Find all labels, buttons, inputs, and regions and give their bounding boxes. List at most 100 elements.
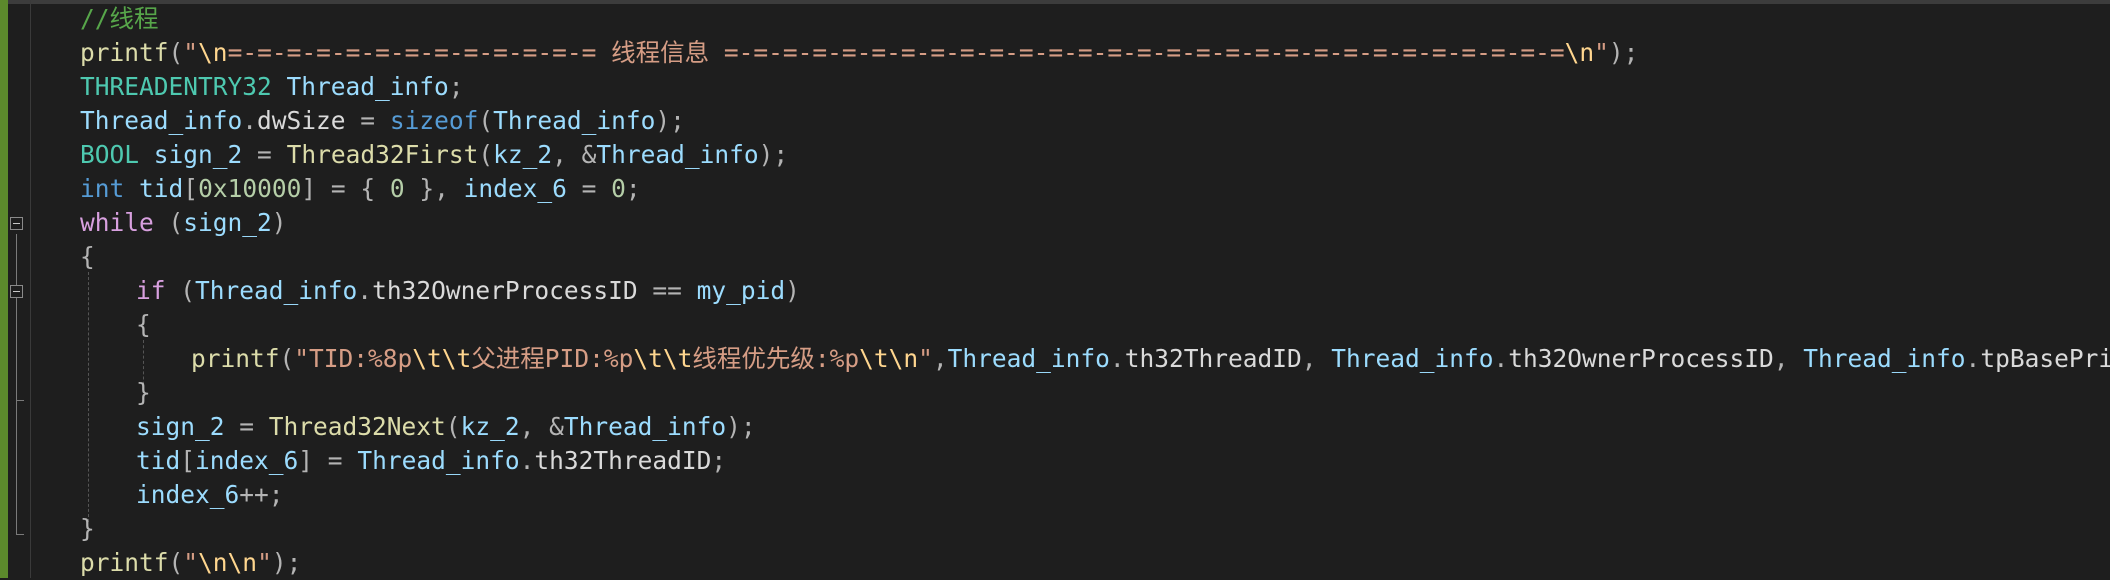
code-token: ) — [271, 208, 287, 237]
code-token: kz_2 — [460, 412, 520, 441]
code-token: tid — [139, 174, 184, 203]
code-token: " — [183, 548, 199, 577]
code-line[interactable]: { — [0, 308, 2110, 342]
code-line[interactable]: index_6++; — [0, 478, 2110, 512]
code-token: ( — [478, 106, 494, 135]
code-token: "TID:%8p — [294, 344, 413, 373]
code-token: Thread_info — [947, 344, 1110, 373]
code-token: index_6 — [195, 446, 299, 475]
code-token: ); — [758, 140, 789, 169]
code-token: th32ThreadID — [1124, 344, 1302, 373]
code-token: ; — [625, 174, 641, 203]
code-token: ( — [445, 412, 461, 441]
code-token: == — [637, 276, 697, 305]
code-token: sign_2 — [183, 208, 272, 237]
code-token: . — [357, 276, 373, 305]
code-line-text: if (Thread_info.th32OwnerProcessID == my… — [136, 276, 800, 306]
code-token: . — [1109, 344, 1125, 373]
code-token: Thread_info — [1803, 344, 1966, 373]
code-token: [ — [180, 446, 196, 475]
code-line-text: } — [136, 378, 151, 408]
code-token: =-=-=-=-=-=-=-=-=-=-=-=-= 线程信息 =-=-=-=-=… — [227, 38, 1565, 67]
code-token: ( — [478, 140, 494, 169]
code-token: ); — [271, 548, 302, 577]
code-line-text: { — [136, 310, 151, 340]
code-token: ); — [655, 106, 685, 135]
code-line[interactable]: printf("\n\n"); — [0, 546, 2110, 580]
code-token: sign_2 — [153, 140, 243, 169]
code-line[interactable]: tid[index_6] = Thread_info.th32ThreadID; — [0, 444, 2110, 478]
code-line-text: int tid[0x10000] = { 0 }, index_6 = 0; — [80, 174, 641, 204]
code-token: , & — [519, 412, 564, 441]
code-token: if — [136, 276, 166, 305]
code-token: Thread_info — [596, 140, 759, 169]
code-token: ; — [448, 72, 464, 101]
code-line[interactable]: Thread_info.dwSize = sizeof(Thread_info)… — [0, 104, 2110, 138]
code-token: = — [566, 174, 612, 203]
code-token: { — [80, 242, 95, 271]
code-token: }, — [404, 174, 464, 203]
code-line-text: printf("\n=-=-=-=-=-=-=-=-=-=-=-=-= 线程信息… — [80, 38, 1638, 68]
code-line[interactable]: { — [0, 240, 2110, 274]
code-line[interactable]: sign_2 = Thread32Next(kz_2, &Thread_info… — [0, 410, 2110, 444]
code-token: \t\t — [633, 344, 693, 373]
code-token: = — [242, 140, 287, 169]
code-line-text: Thread_info.dwSize = sizeof(Thread_info)… — [80, 106, 685, 136]
code-token: " — [1594, 38, 1609, 67]
code-line[interactable]: int tid[0x10000] = { 0 }, index_6 = 0; — [0, 172, 2110, 206]
code-token: THREADENTRY32 — [80, 72, 272, 101]
code-line-text: { — [80, 242, 95, 272]
code-token: ); — [1608, 38, 1639, 67]
code-token: . — [1493, 344, 1509, 373]
code-line[interactable]: //线程 — [0, 2, 2110, 36]
code-token: Thread32First — [286, 140, 479, 169]
collapse-icon[interactable] — [10, 217, 23, 230]
code-token: " — [918, 344, 933, 373]
code-token: sizeof — [389, 106, 479, 135]
code-line[interactable]: printf("TID:%8p\t\t父进程PID:%p\t\t线程优先级:%p… — [0, 342, 2110, 376]
code-token: \t\n — [859, 344, 919, 373]
code-token: printf — [80, 38, 169, 67]
code-line[interactable]: printf("\n=-=-=-=-=-=-=-=-=-=-=-=-= 线程信息… — [0, 36, 2110, 70]
code-editor[interactable]: //线程 printf("\n=-=-=-=-=-=-=-=-=-=-=-=-= … — [0, 0, 2110, 578]
code-token: . — [242, 106, 258, 135]
code-token: th32ThreadID — [534, 446, 712, 475]
code-token: th32OwnerProcessID — [372, 276, 638, 305]
code-token: = — [224, 412, 269, 441]
code-token: ( — [279, 344, 295, 373]
code-token: ) — [785, 276, 800, 305]
code-token: . — [519, 446, 535, 475]
code-line[interactable]: while (sign_2) — [0, 206, 2110, 240]
code-line-text: } — [80, 514, 95, 544]
code-token: 线程优先级:%p — [692, 344, 860, 373]
code-token: tid — [136, 446, 181, 475]
code-token: \n — [1564, 38, 1595, 67]
code-line[interactable]: BOOL sign_2 = Thread32First(kz_2, &Threa… — [0, 138, 2110, 172]
code-token: \n — [198, 38, 228, 67]
code-token: ( — [168, 38, 184, 67]
code-token: ( — [165, 276, 196, 305]
code-token: while — [80, 208, 154, 237]
code-token: kz_2 — [493, 140, 553, 169]
code-line[interactable]: THREADENTRY32 Thread_info; — [0, 70, 2110, 104]
code-token: printf — [191, 344, 280, 373]
code-line-text: tid[index_6] = Thread_info.th32ThreadID; — [136, 446, 726, 476]
code-token: " — [257, 548, 272, 577]
code-token: \n\n — [198, 548, 258, 577]
code-token: tpBasePri — [1980, 344, 2110, 373]
code-token: ); — [726, 412, 756, 441]
code-token: Thread_info — [493, 106, 656, 135]
collapse-icon[interactable] — [10, 285, 23, 298]
code-line[interactable]: if (Thread_info.th32OwnerProcessID == my… — [0, 274, 2110, 308]
code-token: th32OwnerProcessID — [1508, 344, 1774, 373]
code-token: int — [80, 174, 125, 203]
code-line[interactable]: } — [0, 512, 2110, 546]
code-token: index_6 — [463, 174, 567, 203]
code-token: BOOL — [80, 140, 140, 169]
code-token: Thread_info — [286, 72, 449, 101]
code-token: , — [1773, 344, 1804, 373]
code-token: . — [1965, 344, 1981, 373]
code-line[interactable]: } — [0, 376, 2110, 410]
